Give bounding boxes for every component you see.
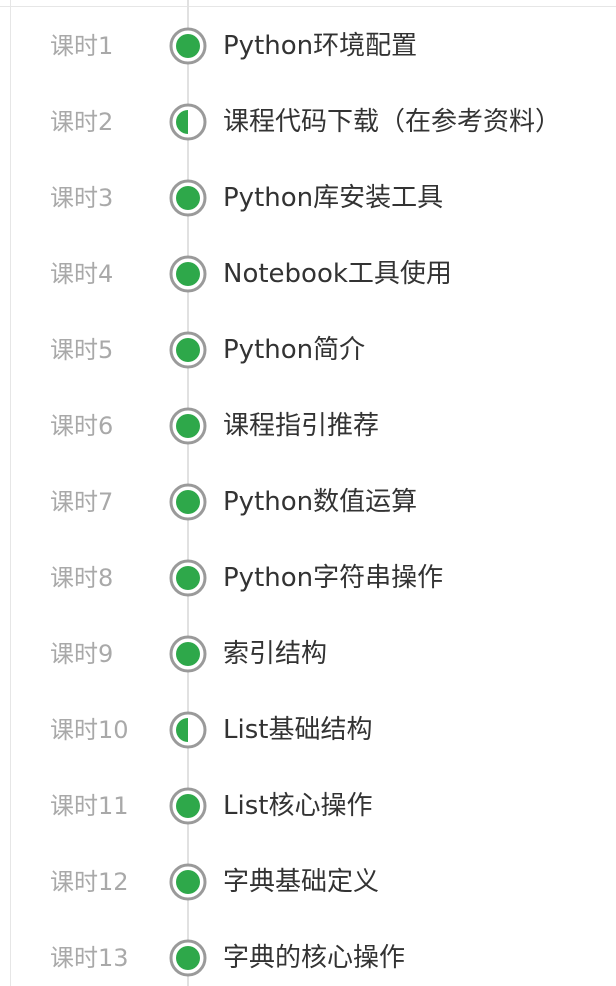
- lesson-item-7[interactable]: 课时7 Python数值运算: [0, 464, 616, 540]
- lesson-title[interactable]: 课程代码下载（在参考资料）: [223, 84, 561, 160]
- lesson-number: 课时10: [50, 716, 129, 744]
- lesson-number: 课时6: [50, 412, 114, 440]
- lesson-item-12[interactable]: 课时12 字典基础定义: [0, 844, 616, 920]
- lesson-title[interactable]: Python环境配置: [223, 8, 417, 84]
- lesson-title[interactable]: Python简介: [223, 312, 365, 388]
- lesson-number: 课时3: [50, 184, 114, 212]
- lesson-number: 课时5: [50, 336, 114, 364]
- lesson-title[interactable]: Python字符串操作: [223, 540, 443, 616]
- lesson-item-11[interactable]: 课时11 List核心操作: [0, 768, 616, 844]
- lesson-title[interactable]: Python数值运算: [223, 464, 417, 540]
- lesson-item-4[interactable]: 课时4 Notebook工具使用: [0, 236, 616, 312]
- lesson-number: 课时13: [50, 944, 129, 972]
- progress-complete-icon: [168, 558, 208, 598]
- lesson-title[interactable]: Python库安装工具: [223, 160, 443, 236]
- lesson-title[interactable]: 课程指引推荐: [223, 388, 379, 464]
- lesson-number: 课时1: [50, 32, 114, 60]
- lesson-title[interactable]: Notebook工具使用: [223, 236, 452, 312]
- lesson-item-6[interactable]: 课时6 课程指引推荐: [0, 388, 616, 464]
- top-divider: [0, 0, 616, 7]
- progress-complete-icon: [168, 482, 208, 522]
- lesson-item-3[interactable]: 课时3 Python库安装工具: [0, 160, 616, 236]
- lesson-number: 课时8: [50, 564, 114, 592]
- progress-complete-icon: [168, 406, 208, 446]
- lesson-number: 课时2: [50, 108, 114, 136]
- lesson-list: 课时1 Python环境配置 课时2 课程代码下载（在参考资料） 课时3 Pyt…: [0, 8, 616, 986]
- lesson-item-8[interactable]: 课时8 Python字符串操作: [0, 540, 616, 616]
- progress-half-icon: [168, 102, 208, 142]
- lesson-title[interactable]: List基础结构: [223, 692, 372, 768]
- lesson-title[interactable]: 索引结构: [223, 616, 327, 692]
- progress-complete-icon: [168, 330, 208, 370]
- lesson-title[interactable]: List核心操作: [223, 768, 372, 844]
- progress-complete-icon: [168, 26, 208, 66]
- progress-complete-icon: [168, 938, 208, 978]
- progress-complete-icon: [168, 254, 208, 294]
- course-lesson-list-page: 课时1 Python环境配置 课时2 课程代码下载（在参考资料） 课时3 Pyt…: [0, 0, 616, 986]
- lesson-item-5[interactable]: 课时5 Python简介: [0, 312, 616, 388]
- lesson-title[interactable]: 字典的核心操作: [223, 920, 405, 986]
- lesson-item-13[interactable]: 课时13 字典的核心操作: [0, 920, 616, 986]
- lesson-number: 课时11: [50, 792, 129, 820]
- lesson-item-2[interactable]: 课时2 课程代码下载（在参考资料）: [0, 84, 616, 160]
- progress-complete-icon: [168, 634, 208, 674]
- lesson-item-1[interactable]: 课时1 Python环境配置: [0, 8, 616, 84]
- progress-complete-icon: [168, 862, 208, 902]
- lesson-title[interactable]: 字典基础定义: [223, 844, 379, 920]
- lesson-number: 课时7: [50, 488, 114, 516]
- progress-complete-icon: [168, 178, 208, 218]
- lesson-number: 课时9: [50, 640, 114, 668]
- progress-half-icon: [168, 710, 208, 750]
- lesson-item-10[interactable]: 课时10 List基础结构: [0, 692, 616, 768]
- lesson-number: 课时12: [50, 868, 129, 896]
- lesson-number: 课时4: [50, 260, 114, 288]
- progress-complete-icon: [168, 786, 208, 826]
- lesson-item-9[interactable]: 课时9 索引结构: [0, 616, 616, 692]
